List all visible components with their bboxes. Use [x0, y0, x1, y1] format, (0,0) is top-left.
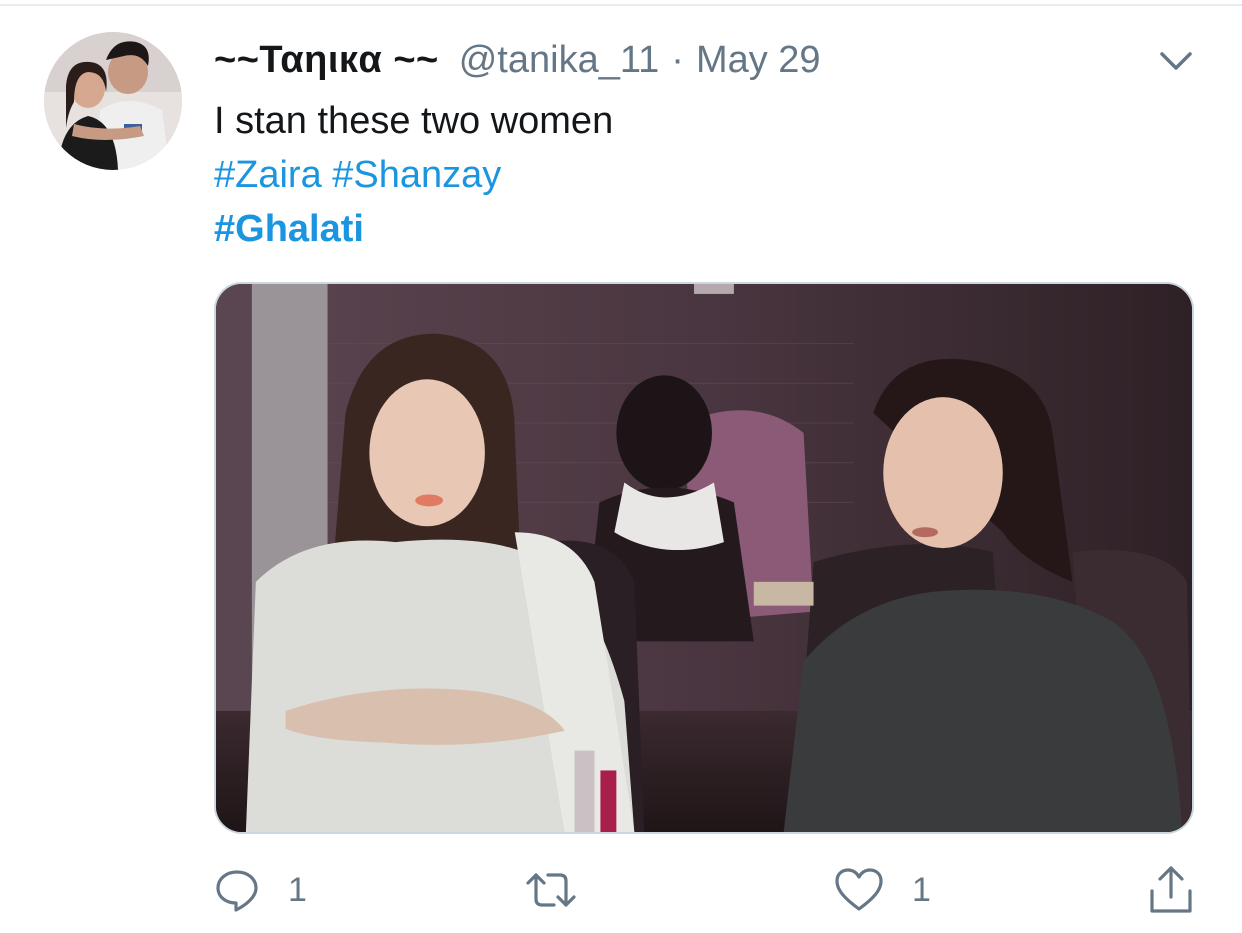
- hashtag-shanzay[interactable]: #Shanzay: [332, 154, 501, 196]
- reply-icon: [216, 870, 258, 912]
- like-count: 1: [912, 870, 931, 909]
- display-name[interactable]: ~~Ταηιкα ~~: [214, 39, 439, 82]
- tweet-text-line: I stan these two women: [214, 100, 614, 142]
- avatar[interactable]: [44, 32, 182, 170]
- reply-button[interactable]: 1: [214, 862, 307, 918]
- retweet-button[interactable]: [524, 862, 578, 918]
- retweet-icon: [526, 873, 576, 907]
- hashtag-row: #Zaira #Shanzay: [214, 148, 613, 202]
- tweet[interactable]: ~~Ταηιкα ~~ @tanika_11 · May 29 I stan t…: [0, 0, 1242, 933]
- media-image: [216, 284, 1192, 832]
- more-options-chevron-down-icon[interactable]: [1156, 46, 1196, 76]
- separator-dot: ·: [671, 38, 684, 81]
- reply-count: 1: [288, 870, 307, 909]
- like-button[interactable]: 1: [834, 862, 931, 918]
- avatar-image: [44, 32, 182, 170]
- tweet-media[interactable]: [214, 282, 1194, 834]
- share-icon: [1150, 866, 1192, 913]
- tweet-text: I stan these two women #Zaira #Shanzay #…: [214, 94, 613, 256]
- user-handle[interactable]: @tanika_11: [459, 39, 660, 82]
- hashtag-row-2: #Ghalati: [214, 202, 613, 256]
- tweet-actions: 1 1: [214, 862, 1204, 918]
- hashtag-zaira[interactable]: #Zaira: [214, 154, 322, 196]
- share-button[interactable]: [1148, 862, 1194, 918]
- tweet-header: ~~Ταηιкα ~~ @tanika_11 · May 29: [214, 34, 821, 86]
- heart-icon: [835, 868, 883, 911]
- tweet-date[interactable]: May 29: [696, 39, 821, 82]
- hashtag-ghalati[interactable]: #Ghalati: [214, 208, 364, 250]
